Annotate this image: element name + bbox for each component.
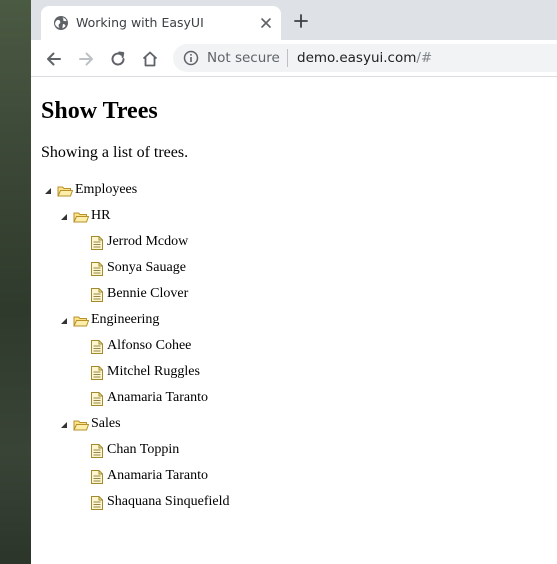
file-icon [91, 392, 103, 406]
browser-window: Working with EasyUI Not secure demo.easy… [31, 0, 557, 564]
tree-node-group[interactable]: Sales [31, 412, 557, 438]
file-icon [91, 470, 103, 484]
home-icon[interactable] [141, 50, 159, 68]
close-tab-icon[interactable] [260, 17, 272, 29]
tree-node-label: Sales [91, 416, 121, 431]
omnibox-separator [287, 49, 288, 67]
file-icon [91, 366, 103, 380]
tree-node-leaf[interactable]: Anamaria Taranto [31, 464, 557, 490]
tree-node-leaf[interactable]: Bennie Clover [31, 282, 557, 308]
tree-node-label: Shaquana Sinquefield [107, 494, 230, 509]
address-bar[interactable]: Not secure demo.easyui.com/# [173, 44, 557, 72]
tree-node-label: Sonya Sauage [107, 260, 186, 275]
tree-node-label: Jerrod Mcdow [107, 234, 189, 249]
tree-node-leaf[interactable]: Jerrod Mcdow [31, 230, 557, 256]
folder-open-icon [73, 212, 89, 223]
page-title: Show Trees [41, 98, 158, 124]
file-icon [91, 236, 103, 250]
tree-node-label: HR [91, 208, 111, 223]
tree-node-label: Mitchel Ruggles [107, 364, 200, 379]
tree-node-leaf[interactable]: Anamaria Taranto [31, 386, 557, 412]
tree-node-root[interactable]: Employees [31, 178, 557, 204]
file-icon [91, 444, 103, 458]
browser-toolbar: Not secure demo.easyui.com/# [31, 40, 557, 77]
page-description: Showing a list of trees. [41, 144, 189, 161]
tree-node-leaf[interactable]: Alfonso Cohee [31, 334, 557, 360]
url-path: /# [416, 50, 433, 66]
tree-node-leaf[interactable]: Sonya Sauage [31, 256, 557, 282]
info-icon[interactable] [183, 50, 199, 66]
tree-node-label: Chan Toppin [107, 442, 180, 457]
tree-node-group[interactable]: HR [31, 204, 557, 230]
tree-node-label: Engineering [91, 312, 160, 327]
forward-arrow-icon[interactable] [77, 50, 95, 68]
expanded-arrow-icon[interactable] [60, 213, 68, 221]
folder-open-icon [73, 420, 89, 431]
tree-node-group[interactable]: Engineering [31, 308, 557, 334]
reload-icon[interactable] [109, 50, 127, 68]
security-label: Not secure [207, 50, 280, 66]
back-arrow-icon[interactable] [45, 50, 63, 68]
file-icon [91, 496, 103, 510]
folder-open-icon [73, 316, 89, 327]
expanded-arrow-icon[interactable] [44, 187, 52, 195]
tab-strip: Working with EasyUI [31, 0, 557, 40]
tree-node-label: Anamaria Taranto [107, 468, 208, 483]
expanded-arrow-icon[interactable] [60, 317, 68, 325]
file-icon [91, 340, 103, 354]
desktop-background [0, 0, 31, 564]
url-host: demo.easyui.com [297, 50, 417, 66]
browser-tab[interactable]: Working with EasyUI [41, 6, 281, 40]
tab-title: Working with EasyUI [76, 15, 204, 30]
tree-node-leaf[interactable]: Chan Toppin [31, 438, 557, 464]
folder-open-icon [57, 186, 73, 197]
tree-node-leaf[interactable]: Mitchel Ruggles [31, 360, 557, 386]
file-icon [91, 288, 103, 302]
new-tab-icon[interactable] [294, 14, 308, 28]
page-content: Show Trees Showing a list of trees. Empl… [31, 78, 557, 564]
tree-node-leaf[interactable]: Shaquana Sinquefield [31, 490, 557, 516]
tree-node-label: Employees [75, 182, 138, 197]
file-icon [91, 262, 103, 276]
globe-icon [54, 16, 68, 30]
url-text[interactable]: demo.easyui.com/# [297, 50, 432, 66]
expanded-arrow-icon[interactable] [60, 421, 68, 429]
tree-node-label: Alfonso Cohee [107, 338, 192, 353]
tree-node-label: Anamaria Taranto [107, 390, 208, 405]
tree-node-label: Bennie Clover [107, 286, 189, 301]
